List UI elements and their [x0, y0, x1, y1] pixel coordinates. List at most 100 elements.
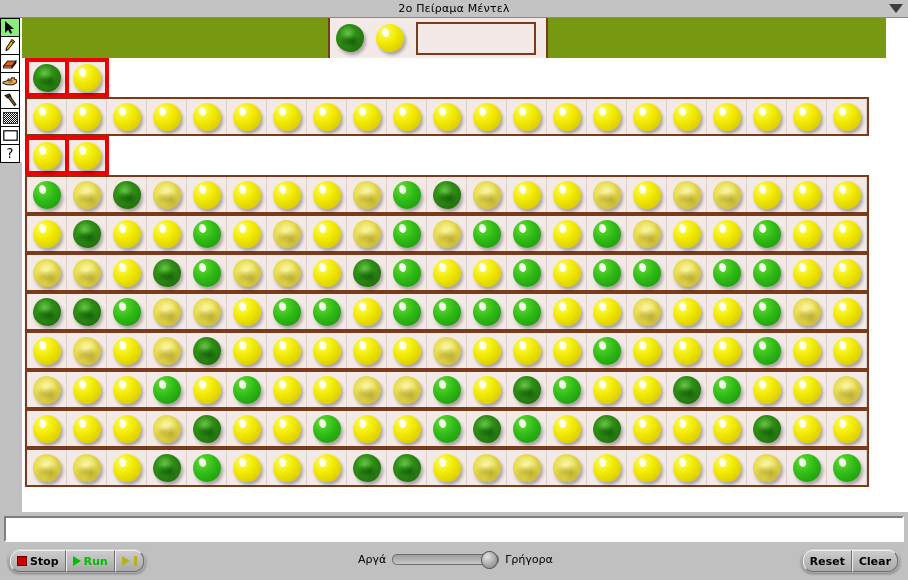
- green-smooth-pea[interactable]: [312, 414, 341, 443]
- grid-cell[interactable]: [707, 177, 747, 212]
- speed-slider-thumb[interactable]: [481, 551, 499, 569]
- yellow-wrinkled-pea[interactable]: [392, 375, 421, 404]
- yellow-smooth-pea[interactable]: [552, 219, 581, 248]
- grid-cell[interactable]: [27, 60, 67, 95]
- yellow-wrinkled-pea[interactable]: [632, 219, 661, 248]
- grid-cell[interactable]: [587, 177, 627, 212]
- yellow-smooth-pea[interactable]: [352, 414, 381, 443]
- grid-cell[interactable]: [827, 255, 867, 290]
- yellow-wrinkled-pea[interactable]: [672, 180, 701, 209]
- yellow-wrinkled-pea[interactable]: [712, 180, 741, 209]
- yellow-smooth-pea[interactable]: [832, 102, 861, 131]
- grid-cell[interactable]: [267, 450, 307, 485]
- grid-cell[interactable]: [547, 294, 587, 329]
- grid-cell[interactable]: [427, 99, 467, 134]
- grid-cell[interactable]: [187, 333, 227, 368]
- grid-cell[interactable]: [147, 216, 187, 251]
- grid-cell[interactable]: [187, 255, 227, 290]
- grid-cell[interactable]: [67, 372, 107, 407]
- green-smooth-pea[interactable]: [512, 258, 541, 287]
- grid-cell[interactable]: [227, 372, 267, 407]
- grid-cell[interactable]: [267, 216, 307, 251]
- yellow-smooth-pea[interactable]: [352, 297, 381, 326]
- grid-cell[interactable]: [507, 255, 547, 290]
- grid-cell[interactable]: [187, 177, 227, 212]
- green-smooth-pea[interactable]: [232, 375, 261, 404]
- grid-cell[interactable]: [67, 216, 107, 251]
- yellow-wrinkled-pea[interactable]: [592, 180, 621, 209]
- yellow-smooth-pea[interactable]: [72, 102, 101, 131]
- row-selected-pair[interactable]: [25, 136, 109, 175]
- grid-cell[interactable]: [547, 372, 587, 407]
- grid-cell[interactable]: [707, 450, 747, 485]
- grid-cell[interactable]: [27, 333, 67, 368]
- grid-cell[interactable]: [707, 255, 747, 290]
- yellow-smooth-pea[interactable]: [832, 414, 861, 443]
- grid-cell[interactable]: [667, 372, 707, 407]
- yellow-smooth-pea[interactable]: [672, 414, 701, 443]
- parent-pea-slot[interactable]: [370, 18, 410, 58]
- yellow-smooth-pea[interactable]: [432, 453, 461, 482]
- row-f2-2[interactable]: [25, 214, 869, 253]
- yellow-wrinkled-pea[interactable]: [192, 297, 221, 326]
- green-wrinkled-pea[interactable]: [112, 180, 141, 209]
- yellow-smooth-pea[interactable]: [352, 102, 381, 131]
- grid-cell[interactable]: [507, 294, 547, 329]
- grid-cell[interactable]: [307, 255, 347, 290]
- yellow-smooth-pea[interactable]: [512, 336, 541, 365]
- green-smooth-pea[interactable]: [752, 258, 781, 287]
- grid-cell[interactable]: [707, 411, 747, 446]
- grid-cell[interactable]: [347, 255, 387, 290]
- yellow-wrinkled-pea[interactable]: [152, 297, 181, 326]
- grid-cell[interactable]: [707, 216, 747, 251]
- grid-cell[interactable]: [787, 216, 827, 251]
- grid-cell[interactable]: [187, 216, 227, 251]
- green-smooth-pea[interactable]: [512, 297, 541, 326]
- grid-cell[interactable]: [147, 99, 187, 134]
- grid-cell[interactable]: [307, 450, 347, 485]
- yellow-smooth-pea[interactable]: [32, 414, 61, 443]
- grid-cell[interactable]: [267, 294, 307, 329]
- yellow-smooth-pea[interactable]: [232, 180, 261, 209]
- yellow-smooth-pea[interactable]: [112, 219, 141, 248]
- grid-cell[interactable]: [587, 216, 627, 251]
- yellow-smooth-pea[interactable]: [192, 180, 221, 209]
- yellow-smooth-pea[interactable]: [112, 453, 141, 482]
- green-smooth-pea[interactable]: [152, 375, 181, 404]
- row-f2-8[interactable]: [25, 448, 869, 487]
- green-smooth-pea[interactable]: [192, 258, 221, 287]
- yellow-smooth-pea[interactable]: [272, 453, 301, 482]
- yellow-smooth-pea[interactable]: [472, 336, 501, 365]
- grid-cell[interactable]: [307, 372, 347, 407]
- grid-cell[interactable]: [267, 372, 307, 407]
- yellow-wrinkled-pea[interactable]: [72, 336, 101, 365]
- grid-cell[interactable]: [467, 99, 507, 134]
- green-smooth-pea[interactable]: [472, 219, 501, 248]
- yellow-smooth-pea[interactable]: [632, 414, 661, 443]
- grid-cell[interactable]: [427, 333, 467, 368]
- yellow-smooth-pea[interactable]: [312, 219, 341, 248]
- grid-cell[interactable]: [267, 255, 307, 290]
- yellow-wrinkled-pea[interactable]: [232, 258, 261, 287]
- yellow-smooth-pea[interactable]: [73, 63, 101, 92]
- yellow-wrinkled-pea[interactable]: [632, 297, 661, 326]
- grid-cell[interactable]: [107, 99, 147, 134]
- yellow-smooth-pea[interactable]: [72, 375, 101, 404]
- yellow-smooth-pea[interactable]: [112, 414, 141, 443]
- grid-cell[interactable]: [747, 411, 787, 446]
- row-parents[interactable]: [25, 58, 109, 97]
- green-wrinkled-pea[interactable]: [432, 180, 461, 209]
- yellow-wrinkled-pea[interactable]: [272, 258, 301, 287]
- grid-cell[interactable]: [627, 450, 667, 485]
- grid-cell[interactable]: [747, 450, 787, 485]
- grid-cell[interactable]: [147, 294, 187, 329]
- green-smooth-pea[interactable]: [392, 219, 421, 248]
- grid-cell[interactable]: [107, 411, 147, 446]
- grid-cell[interactable]: [547, 450, 587, 485]
- grid-cell[interactable]: [747, 99, 787, 134]
- yellow-smooth-pea[interactable]: [432, 258, 461, 287]
- yellow-wrinkled-pea[interactable]: [32, 453, 61, 482]
- grid-cell[interactable]: [707, 333, 747, 368]
- green-smooth-pea[interactable]: [592, 336, 621, 365]
- green-smooth-pea[interactable]: [752, 219, 781, 248]
